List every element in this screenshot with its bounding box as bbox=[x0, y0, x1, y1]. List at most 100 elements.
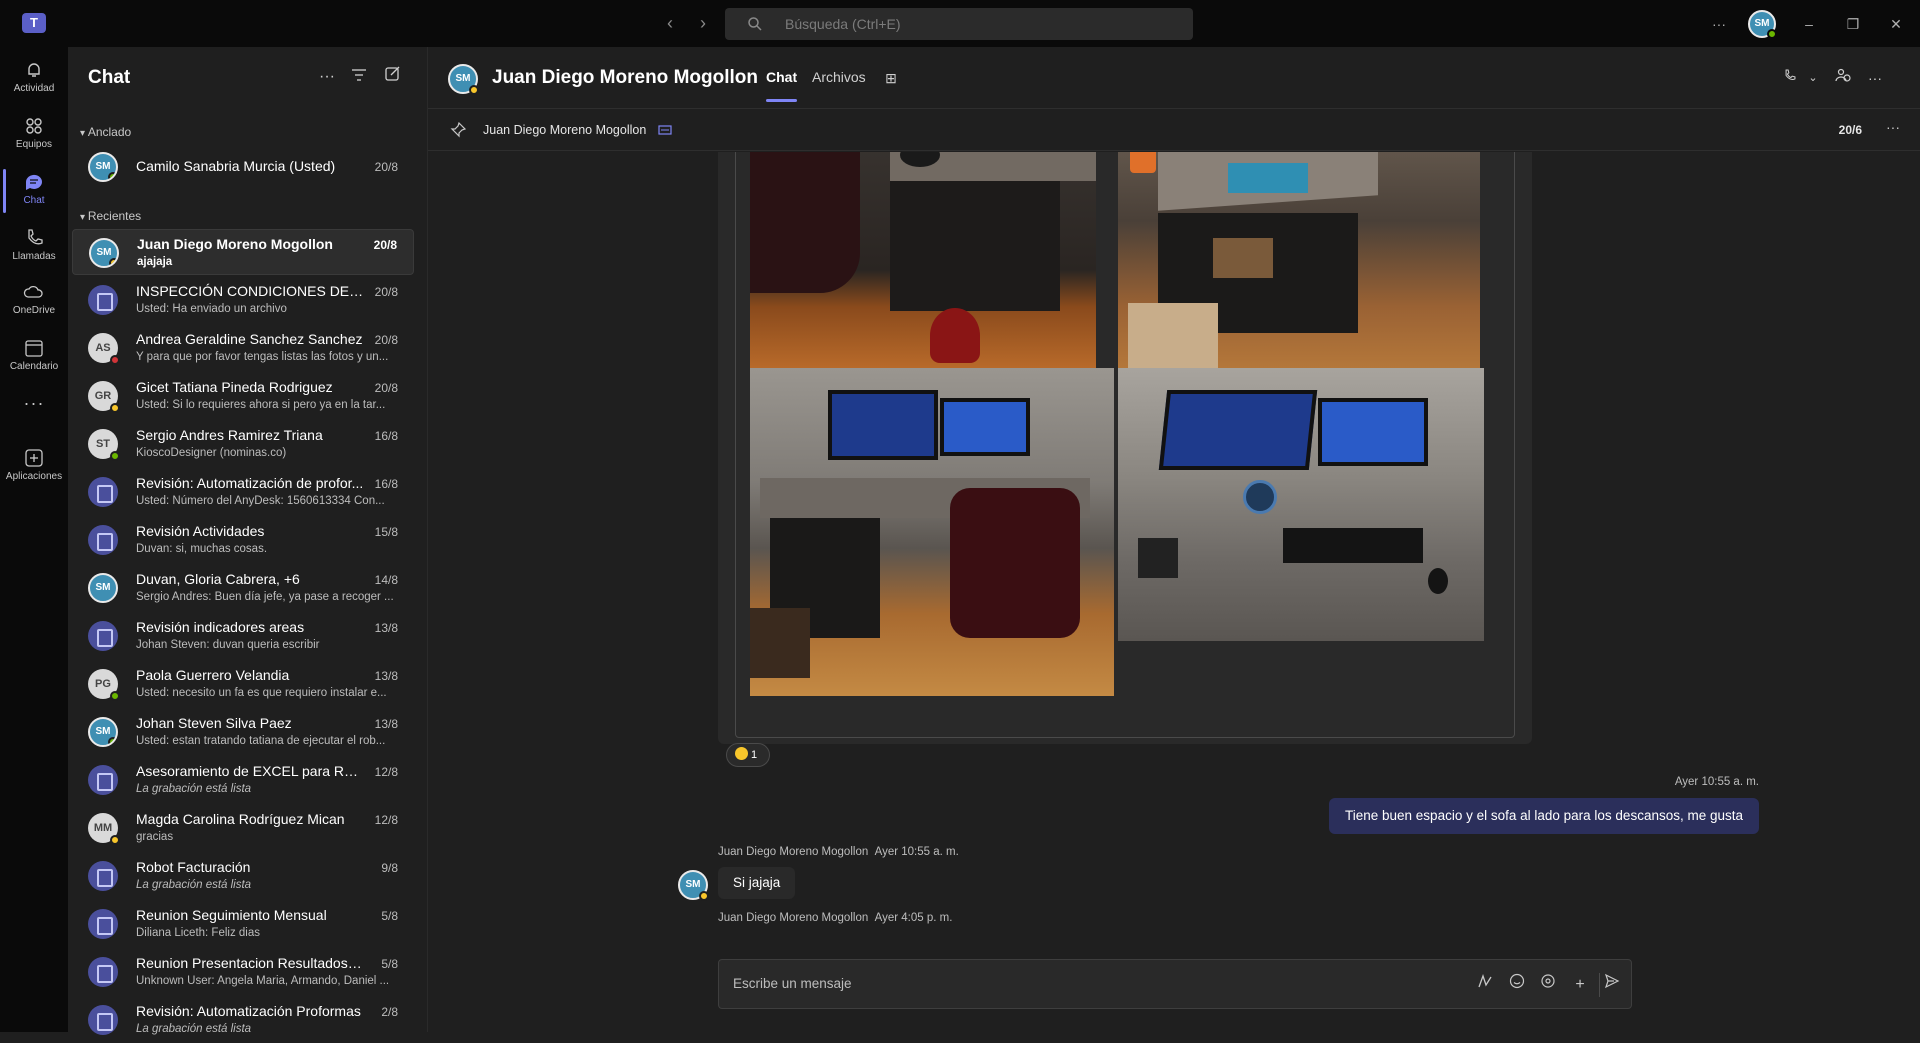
chat-name: Revisión indicadores areas bbox=[136, 619, 305, 635]
chat-list-item[interactable]: AS Andrea Geraldine Sanchez Sanchez Y para… bbox=[72, 325, 414, 371]
chat-name: Camilo Sanabria Murcia (Usted) bbox=[136, 158, 336, 174]
more-options-icon[interactable]: ··· bbox=[1707, 12, 1731, 36]
chat-name: Asesoramiento de EXCEL para RETIE bbox=[136, 763, 364, 779]
tab-archivos[interactable]: Archivos bbox=[812, 69, 866, 85]
new-chat-icon[interactable] bbox=[380, 65, 404, 89]
sender-avatar[interactable]: SM bbox=[678, 870, 709, 901]
chat-date: 13/8 bbox=[374, 717, 398, 731]
pinned-sender: Juan Diego Moreno Mogollon bbox=[483, 123, 647, 137]
maximize-icon[interactable]: ❐ bbox=[1841, 12, 1865, 36]
send-icon[interactable] bbox=[1600, 973, 1624, 997]
chat-date: 20/8 bbox=[374, 160, 398, 174]
avatar: SM bbox=[88, 717, 118, 747]
meeting-chat-icon bbox=[88, 525, 118, 555]
chevron-down-icon[interactable]: ⌄ bbox=[1800, 65, 1826, 91]
add-tab-icon[interactable]: ⊞ bbox=[878, 65, 904, 91]
meeting-chat-icon bbox=[88, 621, 118, 651]
back-arrow-icon[interactable]: ‹ bbox=[659, 12, 681, 34]
recent-section[interactable]: Recientes bbox=[80, 209, 141, 223]
people-icon[interactable] bbox=[1830, 65, 1856, 91]
call-icon[interactable] bbox=[1776, 65, 1802, 91]
message-compose-box[interactable]: Escribe un mensaje + bbox=[718, 959, 1632, 1009]
cloud-icon bbox=[23, 285, 43, 298]
rail-equipos[interactable]: Equipos bbox=[0, 109, 68, 161]
photo-desk-3[interactable] bbox=[750, 368, 1114, 696]
rail-calendario[interactable]: Calendario bbox=[0, 331, 68, 383]
chat-list-item[interactable]: SM Duvan, Gloria Cabrera, +6 Sergio Andres… bbox=[72, 565, 414, 611]
reaction-badge[interactable]: 1 bbox=[726, 743, 770, 767]
avatar: AS bbox=[88, 333, 120, 365]
rail-more[interactable]: ··· bbox=[0, 387, 68, 423]
more-options-icon[interactable]: ··· bbox=[315, 65, 339, 89]
chat-date: 15/8 bbox=[374, 525, 398, 539]
chat-list-item[interactable]: GR Gicet Tatiana Pineda Rodriguez Usted: S… bbox=[72, 373, 414, 419]
rail-actividad[interactable]: Actividad bbox=[0, 53, 68, 105]
sent-message[interactable]: Tiene buen espacio y el sofa al lado par… bbox=[1329, 798, 1759, 834]
chat-list-item[interactable]: SM Johan Steven Silva Paez Usted: estan tr… bbox=[72, 709, 414, 755]
surprised-emoji-icon bbox=[735, 747, 748, 760]
smiley-icon bbox=[1509, 973, 1525, 989]
chat-name: Duvan, Gloria Cabrera, +6 bbox=[136, 571, 300, 587]
chat-date: 13/8 bbox=[374, 621, 398, 635]
chat-list-item[interactable]: SM Juan Diego Moreno Mogollon ajajaja 20/8 bbox=[72, 229, 414, 275]
image-grid bbox=[735, 152, 1515, 738]
filter-icon[interactable] bbox=[347, 65, 371, 89]
chat-list-item[interactable]: Revisión: Automatización Proformas La gra… bbox=[72, 997, 414, 1043]
chat-list-item[interactable]: SM Camilo Sanabria Murcia (Usted) 20/8 bbox=[72, 144, 414, 190]
chat-preview: La grabación está lista bbox=[136, 879, 252, 891]
presence-status-dot bbox=[110, 451, 120, 461]
chat-list-item[interactable]: Asesoramiento de EXCEL para RETIE La grab… bbox=[72, 757, 414, 803]
meeting-chat-icon bbox=[88, 285, 118, 315]
contact-name[interactable]: Juan Diego Moreno Mogollon bbox=[492, 67, 758, 89]
rail-onedrive[interactable]: OneDrive bbox=[0, 275, 68, 327]
chat-name: INSPECCIÓN CONDICIONES DE TR... bbox=[136, 283, 364, 299]
chat-preview: ajajaja bbox=[137, 256, 173, 268]
chat-list-item[interactable]: Reunion Presentacion Resultados M... Unkn… bbox=[72, 949, 414, 995]
chat-list-item[interactable]: MM Magda Carolina Rodríguez Mican gracias 1… bbox=[72, 805, 414, 851]
chat-date: 14/8 bbox=[374, 573, 398, 587]
chat-name: Revisión: Automatización Proformas bbox=[136, 1003, 361, 1019]
presence-status-dot bbox=[110, 691, 120, 701]
more-options-icon[interactable]: ··· bbox=[1886, 119, 1900, 135]
contact-avatar[interactable]: SM bbox=[448, 64, 479, 95]
search-input[interactable]: Búsqueda (Ctrl+E) bbox=[725, 8, 1193, 40]
close-icon[interactable]: ✕ bbox=[1884, 12, 1908, 36]
compose-placeholder: Escribe un mensaje bbox=[733, 976, 852, 991]
chat-list-item[interactable]: Revisión indicadores areas Johan Steven: … bbox=[72, 613, 414, 659]
chat-list-item[interactable]: Reunion Seguimiento Mensual Diliana Licet… bbox=[72, 901, 414, 947]
rail-llamadas[interactable]: Llamadas bbox=[0, 221, 68, 273]
meeting-chat-icon bbox=[88, 909, 118, 939]
pinned-message-bar[interactable]: Juan Diego Moreno Mogollon 20/6 ··· bbox=[428, 109, 1920, 151]
chat-list-item[interactable]: Revisión: Automatización de profor... Ust… bbox=[72, 469, 414, 515]
chat-list-item[interactable]: ST Sergio Andres Ramirez Triana KioscoDesi… bbox=[72, 421, 414, 467]
forward-arrow-icon[interactable]: › bbox=[692, 12, 714, 34]
more-options-icon[interactable]: ··· bbox=[1862, 65, 1888, 91]
minimize-icon[interactable]: – bbox=[1797, 12, 1821, 36]
panel-title: Chat bbox=[88, 67, 131, 88]
conversation-header: SM Juan Diego Moreno Mogollon Chat Archi… bbox=[428, 47, 1920, 109]
photo-desk-4[interactable] bbox=[1118, 368, 1484, 641]
format-icon[interactable] bbox=[1473, 973, 1497, 997]
chat-list-item[interactable]: Robot Facturación La grabación está lista… bbox=[72, 853, 414, 899]
presence-status-dot bbox=[110, 835, 120, 845]
chat-list-item[interactable]: PG Paola Guerrero Velandia Usted: necesito… bbox=[72, 661, 414, 707]
photo-desk-1[interactable] bbox=[750, 152, 1096, 368]
chat-name: Robot Facturación bbox=[136, 859, 251, 875]
loop-icon[interactable] bbox=[1536, 973, 1560, 997]
chat-date: 12/8 bbox=[374, 765, 398, 779]
received-message[interactable]: Si jajaja bbox=[718, 867, 796, 899]
chat-list-panel: Chat ··· Anclado SM Camilo Sanabria Murci… bbox=[68, 47, 428, 1035]
app-rail: Actividad Equipos Chat Llamadas OneDrive… bbox=[0, 47, 68, 1032]
plus-icon[interactable]: + bbox=[1568, 973, 1592, 997]
chat-date: 2/8 bbox=[381, 1005, 398, 1019]
photo-desk-2[interactable] bbox=[1118, 152, 1480, 368]
rail-chat[interactable]: Chat bbox=[0, 165, 68, 217]
chat-list-item[interactable]: INSPECCIÓN CONDICIONES DE TR... Usted: Ha… bbox=[72, 277, 414, 323]
pinned-section[interactable]: Anclado bbox=[80, 125, 131, 139]
tab-chat[interactable]: Chat bbox=[766, 69, 798, 102]
search-icon bbox=[748, 17, 762, 31]
profile-avatar[interactable]: SM bbox=[1748, 10, 1777, 39]
rail-aplicaciones[interactable]: Aplicaciones bbox=[0, 441, 68, 493]
emoji-icon[interactable] bbox=[1505, 973, 1529, 997]
chat-list-item[interactable]: Revisión Actividades Duvan: si, muchas co… bbox=[72, 517, 414, 563]
